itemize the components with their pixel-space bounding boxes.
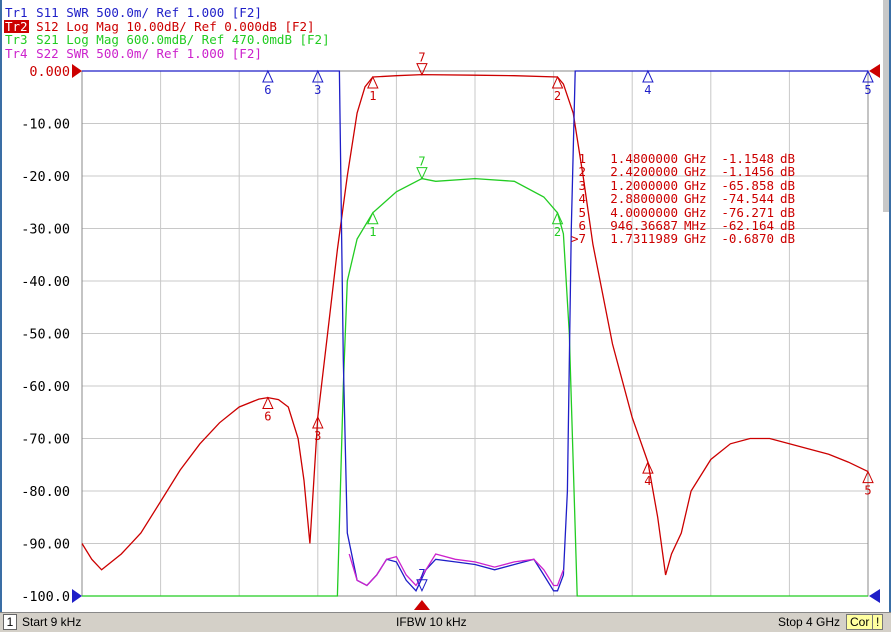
marker-freq: 946.36687 <box>610 218 678 234</box>
marker-unit: GHz <box>684 204 707 220</box>
marker-value: -0.6870 <box>721 231 774 247</box>
marker-6-s11 <box>262 69 274 83</box>
marker-6-s12-label: 6 <box>264 410 271 424</box>
marker-unit: GHz <box>684 191 707 207</box>
marker-unit: MHz <box>684 218 707 234</box>
marker-row[interactable]: 3 1.2000000 GHz -65.858 dB <box>560 177 800 193</box>
marker-value: -1.1456 <box>721 164 774 180</box>
marker-freq: 1.4800000 <box>610 151 678 166</box>
active-marker-arrow <box>413 600 430 610</box>
marker-row[interactable]: 2 2.4200000 GHz -1.1456 dB <box>560 164 800 180</box>
marker-row[interactable]: 4 2.8800000 GHz -74.544 dB <box>560 191 800 207</box>
marker-vunit: dB <box>780 218 796 234</box>
y-tick-label: -40.00 <box>21 274 70 290</box>
marker-freq: 2.8800000 <box>610 191 678 207</box>
start-frequency[interactable]: Start 9 kHz <box>22 615 81 629</box>
marker-id: 2 <box>578 164 586 180</box>
marker-id: 6 <box>578 218 586 234</box>
marker-unit: GHz <box>684 177 707 193</box>
marker-5-s12-label: 5 <box>864 484 871 498</box>
trace-row-3[interactable]: Tr3 S21 Log Mag 600.0mdB/ Ref 470.0mdB [… <box>4 33 330 47</box>
y-tick-label: 0.000 <box>29 64 70 80</box>
trace-tag: Tr1 <box>5 5 28 20</box>
marker-row[interactable]: >7 1.7311989 GHz -0.6870 dB <box>560 231 800 247</box>
trace-header: Tr1 S11 SWR 500.0m/ Ref 1.000 [F2] Tr2 S1… <box>4 6 330 60</box>
marker-value: -62.164 <box>721 218 774 234</box>
y-tick-label: -60.00 <box>21 379 70 395</box>
ifbw-label[interactable]: IFBW 10 kHz <box>396 615 467 629</box>
y-tick-label: -20.00 <box>21 169 70 185</box>
trace-row-4[interactable]: Tr4 S22 SWR 500.0m/ Ref 1.000 [F2] <box>4 45 330 61</box>
marker-freq: 1.7311989 <box>610 231 678 247</box>
trace-row-2[interactable]: Tr2 S12 Log Mag 10.00dB/ Ref 0.000dB [F2… <box>4 18 330 34</box>
marker-vunit: dB <box>780 151 796 166</box>
marker-4-s11 <box>642 69 654 83</box>
marker-unit: GHz <box>684 151 707 166</box>
ref-arrow-left-2 <box>72 589 82 603</box>
trace-tag: Tr3 <box>5 32 28 47</box>
plot-area[interactable]: 0.000 -10.00 -20.00 -30.00 -40.00 -50.00 -60.0… <box>0 0 891 612</box>
y-tick-label: -70.00 <box>21 432 70 448</box>
marker-7-s12-label: 7 <box>418 51 425 65</box>
marker-value: -76.271 <box>721 204 774 220</box>
marker-7-s21-label: 7 <box>418 155 425 169</box>
marker-vunit: dB <box>780 204 796 220</box>
marker-vunit: dB <box>780 177 796 193</box>
marker-freq: 4.0000000 <box>610 204 678 220</box>
marker-vunit: dB <box>780 231 796 247</box>
marker-table: 1 1.4800000 GHz -1.1548 dB 2 2.4200000 GHz -1.14… <box>560 152 800 246</box>
marker-1-s12 <box>367 75 379 89</box>
trace-tag: Tr4 <box>5 45 28 61</box>
series-tr4 <box>348 553 565 587</box>
y-tick-label: -10.00 <box>21 117 70 133</box>
marker-value: -74.544 <box>721 191 774 207</box>
y-tick-label: -50.00 <box>21 327 70 343</box>
marker-value: -65.858 <box>721 177 774 193</box>
y-tick-label: -100.0 <box>21 589 70 605</box>
marker-id: 5 <box>578 204 586 220</box>
marker-row[interactable]: 5 4.0000000 GHz -76.271 dB <box>560 204 800 220</box>
marker-7-s21 <box>416 167 428 180</box>
marker-1-s12-label: 1 <box>369 89 376 103</box>
trace-settings: S22 SWR 500.0m/ Ref 1.000 [F2] <box>28 45 262 61</box>
y-tick-label: -30.00 <box>21 222 70 238</box>
marker-5-s11-label: 5 <box>864 83 871 97</box>
marker-id: >7 <box>570 231 586 247</box>
stop-frequency[interactable]: Stop 4 GHz <box>778 615 840 629</box>
marker-3-s12-label: 3 <box>314 429 321 443</box>
alert-badge[interactable]: ! <box>872 614 884 630</box>
correction-badge[interactable]: Cor <box>846 614 874 630</box>
marker-2-s12-label: 2 <box>554 89 561 103</box>
marker-id: 4 <box>578 191 586 207</box>
trace-row-1[interactable]: Tr1 S11 SWR 500.0m/ Ref 1.000 [F2] <box>4 6 330 20</box>
ref-arrow-left <box>72 64 82 78</box>
marker-1-s21-label: 1 <box>369 225 376 239</box>
marker-6-s11-label: 6 <box>264 83 271 97</box>
y-tick-label: -90.00 <box>21 537 70 553</box>
marker-7-s11-label: 7 <box>418 567 425 581</box>
marker-value: -1.1548 <box>721 151 774 166</box>
marker-id: 3 <box>578 177 586 193</box>
marker-freq: 1.2000000 <box>610 177 678 193</box>
trace-tag: Tr2 <box>4 18 29 34</box>
marker-6-s12 <box>262 396 274 410</box>
y-tick-label: -80.00 <box>21 484 70 500</box>
marker-row[interactable]: 6 946.36687 MHz -62.164 dB <box>560 218 800 234</box>
marker-unit: GHz <box>684 164 707 180</box>
status-bar: 1 Start 9 kHz IFBW 10 kHz Stop 4 GHz Cor… <box>0 612 891 632</box>
channel-indicator[interactable]: 1 <box>3 614 17 630</box>
marker-vunit: dB <box>780 191 796 207</box>
marker-7-s12 <box>416 63 428 76</box>
ref-arrow-right-2 <box>869 589 880 603</box>
marker-vunit: dB <box>780 164 796 180</box>
marker-unit: GHz <box>684 231 707 247</box>
marker-row[interactable]: 1 1.4800000 GHz -1.1548 dB <box>560 151 800 166</box>
marker-id: 1 <box>578 151 586 166</box>
marker-4-s11-label: 4 <box>644 83 651 97</box>
marker-4-s12-label: 4 <box>644 474 651 488</box>
marker-3-s11-label: 3 <box>314 83 321 97</box>
marker-freq: 2.4200000 <box>610 164 678 180</box>
